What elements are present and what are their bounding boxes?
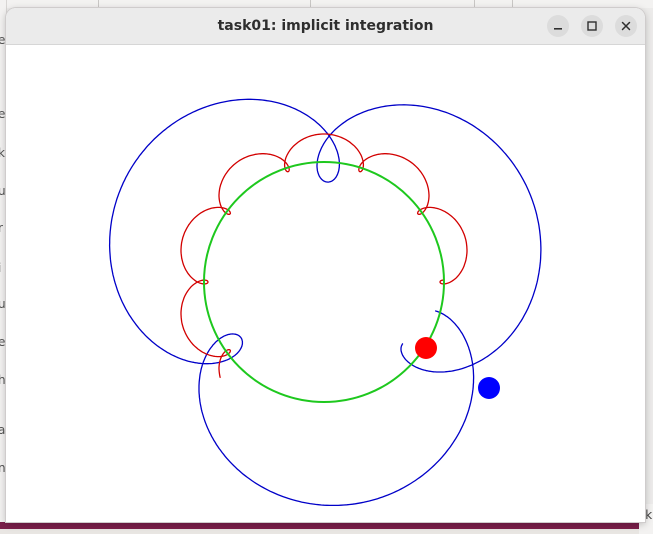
maximize-button[interactable] [581,15,603,37]
simulation-canvas[interactable] [6,45,645,522]
blue-ball [478,377,500,399]
background-window-top-edge [0,0,653,8]
simulation-drawing [108,98,542,507]
close-icon [621,21,631,31]
constraint-circle [203,161,445,403]
blue-ball-trajectory [108,98,542,507]
minimize-icon [554,28,562,30]
red-ball [415,337,437,359]
taskbar-strip: sk [0,504,653,534]
app-window: task01: implicit integration [6,8,645,522]
minimize-button[interactable] [547,15,569,37]
maximize-icon [587,21,597,31]
title-bar[interactable]: task01: implicit integration [6,8,645,45]
close-button[interactable] [615,15,637,37]
